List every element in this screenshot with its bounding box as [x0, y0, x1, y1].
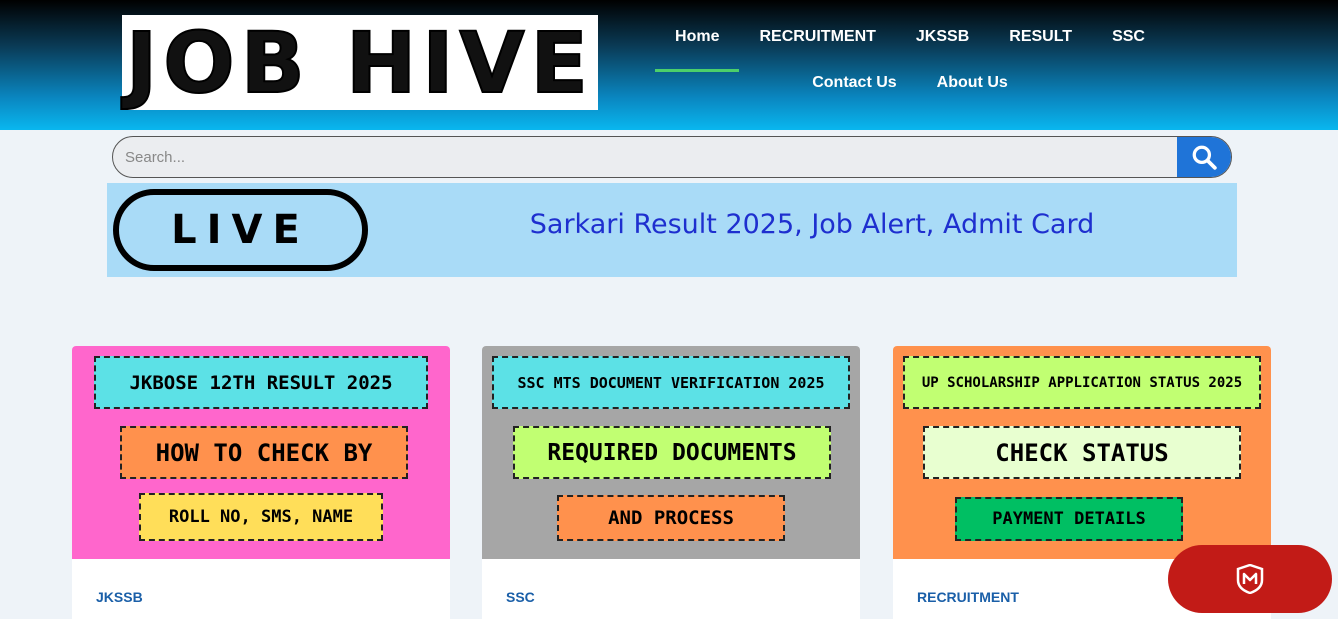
search-icon — [1192, 145, 1217, 170]
shield-m-icon — [1236, 564, 1264, 594]
thumbnail-tag: SSC MTS DOCUMENT VERIFICATION 2025 — [492, 356, 850, 409]
site-header: JOB HIVE Home RECRUITMENT JKSSB RESULT S… — [0, 0, 1338, 130]
post-card[interactable]: JKBOSE 12TH RESULT 2025 HOW TO CHECK BY … — [72, 346, 450, 619]
thumbnail-tag: UP SCHOLARSHIP APPLICATION STATUS 2025 — [903, 356, 1261, 409]
search-bar — [112, 136, 1232, 178]
live-text: LIVE — [171, 207, 310, 253]
security-float-button[interactable] — [1168, 545, 1332, 613]
banner-title[interactable]: Sarkari Result 2025, Job Alert, Admit Ca… — [407, 209, 1217, 240]
nav-jkssb[interactable]: JKSSB — [896, 20, 989, 66]
thumbnail-tag: REQUIRED DOCUMENTS — [513, 426, 831, 479]
main-nav: Home RECRUITMENT JKSSB RESULT SSC Contac… — [655, 20, 1160, 112]
search-input[interactable] — [113, 137, 1177, 177]
nav-ssc[interactable]: SSC — [1092, 20, 1165, 66]
post-category[interactable]: JKSSB — [96, 589, 143, 605]
post-thumbnail[interactable]: SSC MTS DOCUMENT VERIFICATION 2025 REQUI… — [482, 346, 860, 559]
thumbnail-tag: PAYMENT DETAILS — [955, 497, 1183, 541]
site-logo[interactable]: JOB HIVE — [122, 15, 598, 110]
nav-contact-us[interactable]: Contact Us — [792, 66, 916, 112]
post-category[interactable]: SSC — [506, 589, 535, 605]
nav-result[interactable]: RESULT — [989, 20, 1092, 66]
post-category[interactable]: RECRUITMENT — [917, 589, 1019, 605]
post-thumbnail[interactable]: JKBOSE 12TH RESULT 2025 HOW TO CHECK BY … — [72, 346, 450, 559]
nav-recruitment[interactable]: RECRUITMENT — [739, 20, 895, 66]
thumbnail-tag: AND PROCESS — [557, 495, 785, 541]
nav-home[interactable]: Home — [655, 20, 740, 72]
thumbnail-tag: CHECK STATUS — [923, 426, 1241, 479]
post-card[interactable]: SSC MTS DOCUMENT VERIFICATION 2025 REQUI… — [482, 346, 860, 619]
nav-about-us[interactable]: About Us — [917, 66, 1028, 112]
thumbnail-tag: ROLL NO, SMS, NAME — [139, 493, 383, 541]
logo-text: JOB HIVE — [125, 13, 594, 112]
thumbnail-tag: JKBOSE 12TH RESULT 2025 — [94, 356, 428, 409]
thumbnail-tag: HOW TO CHECK BY — [120, 426, 408, 479]
live-badge: LIVE — [113, 189, 368, 271]
search-button[interactable] — [1177, 137, 1231, 177]
live-banner: LIVE Sarkari Result 2025, Job Alert, Adm… — [107, 183, 1237, 277]
post-thumbnail[interactable]: UP SCHOLARSHIP APPLICATION STATUS 2025 C… — [893, 346, 1271, 559]
